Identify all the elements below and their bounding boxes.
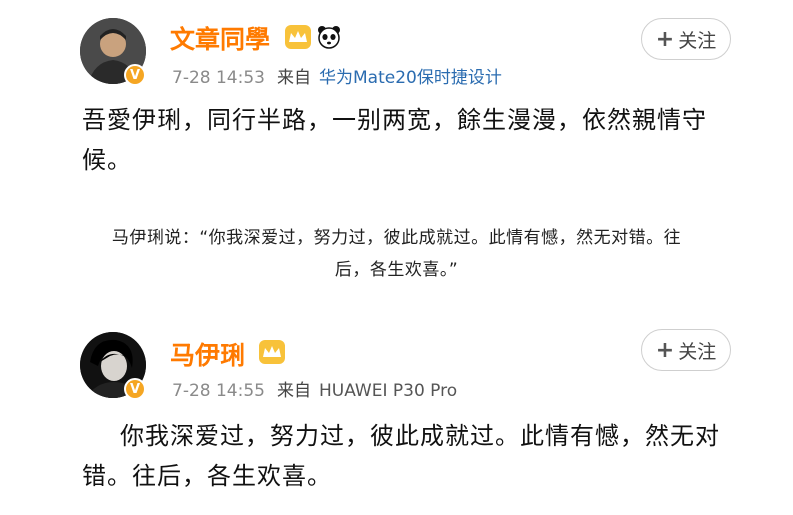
weibo-post-1: V 文章同學 7-28 14:53 来自 华为Mate20保时捷设计 + 关注 吾愛伊… [0,0,793,200]
username[interactable]: 文章同學 [170,20,270,56]
post-text-line: 候。 [82,146,132,174]
source-prefix: 来自 [276,381,311,401]
post-meta: 7-28 14:53 来自 华为Mate20保时捷设计 [172,63,502,88]
post-meta: 7-28 14:55 来自 HUAWEI P30 Pro [172,376,457,401]
follow-button[interactable]: + 关注 [641,329,731,371]
username[interactable]: 马伊琍 [170,336,245,372]
device-name[interactable]: HUAWEI P30 Pro [319,381,457,401]
follow-label: 关注 [678,340,717,363]
post-text-line: 吾愛伊琍，同行半路，一别两宽，餘生漫漫，依然親情守 [82,106,707,134]
post-time[interactable]: 7-28 14:55 [172,381,265,401]
quote-line: 马伊琍说：“你我深爱过，努力过，彼此成就过。此情有憾，然无对错。往 [111,228,682,248]
post-time[interactable]: 7-28 14:53 [172,68,265,88]
quote-line: 后，各生欢喜。” [334,260,459,280]
post-text: 吾愛伊琍，同行半路，一别两宽，餘生漫漫，依然親情守 候。 [82,100,707,180]
plus-icon: + [655,26,675,52]
quote-caption: 马伊琍说：“你我深爱过，努力过，彼此成就过。此情有憾，然无对错。往 后，各生欢喜… [0,222,793,286]
verified-badge-icon: V [124,378,146,400]
follow-label: 关注 [678,29,717,52]
device-name[interactable]: 华为Mate20保时捷设计 [319,68,502,88]
post-text: 你我深爱过，努力过，彼此成就过。此情有憾，然无对 错。往后，各生欢喜。 [82,416,720,496]
post-text-line: 错。往后，各生欢喜。 [82,462,332,490]
weibo-post-2: V 马伊琍 7-28 14:55 来自 HUAWEI P30 Pro + 关注 你我深… [0,322,793,515]
panda-icon [318,26,340,49]
crown-icon [285,25,311,49]
verified-badge-icon: V [124,64,146,86]
source-prefix: 来自 [276,68,311,88]
crown-icon [259,340,285,364]
follow-button[interactable]: + 关注 [641,18,731,60]
post-text-line: 你我深爱过，努力过，彼此成就过。此情有憾，然无对 [120,422,720,450]
plus-icon: + [655,337,675,363]
